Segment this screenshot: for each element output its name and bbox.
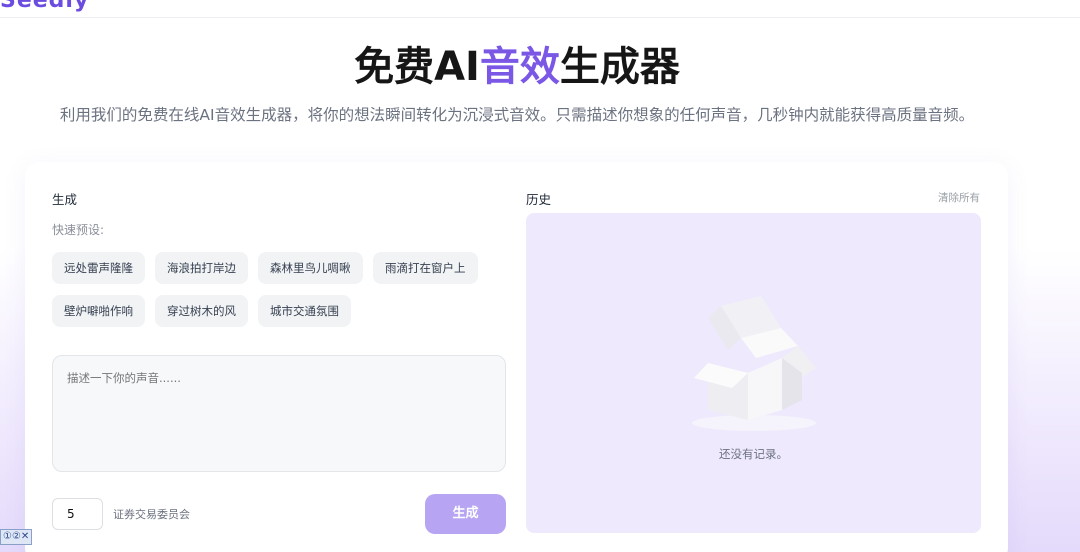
preset-chip[interactable]: 城市交通氛围 [258, 295, 351, 327]
logo[interactable]: Seedly [0, 0, 89, 13]
empty-box-icon [692, 296, 816, 431]
preset-chip[interactable]: 海浪拍打岸边 [155, 252, 248, 284]
history-panel: 还没有记录。 [526, 213, 981, 533]
history-section-label: 历史 [526, 192, 552, 207]
count-input[interactable]: 5 [52, 498, 103, 530]
sound-prompt-input[interactable] [52, 355, 506, 472]
page-title: 免费AI音效生成器 [0, 34, 1034, 92]
page-subtitle: 利用我们的免费在线AI音效生成器，将你的想法瞬间转化为沉浸式音效。只需描述你想象… [59, 106, 975, 124]
preset-chip[interactable]: 穿过树木的风 [155, 295, 248, 327]
generator-card: 生成 快速预设: 远处雷声隆隆 海浪拍打岸边 森林里鸟儿啁啾 雨滴打在窗户上 壁… [25, 162, 1008, 552]
title-part-1: 免费AI [354, 44, 480, 90]
generate-button[interactable]: 生成 [425, 494, 506, 534]
preset-chip[interactable]: 壁炉噼啪作响 [52, 295, 145, 327]
presets-label: 快速预设: [52, 223, 105, 237]
count-label: 证券交易委员会 [113, 508, 190, 521]
title-part-2: 生成器 [559, 44, 680, 90]
top-nav-bar: Seedly [0, 0, 1080, 18]
bottom-status-tag[interactable]: ①②✕ [0, 529, 33, 545]
title-accent: 音效 [479, 44, 560, 90]
preset-chip[interactable]: 森林里鸟儿啁啾 [258, 252, 363, 284]
empty-state-text: 还没有记录。 [719, 447, 788, 461]
preset-chip[interactable]: 远处雷声隆隆 [52, 252, 145, 284]
clear-all-button[interactable]: 清除所有 [938, 190, 980, 205]
generate-section-label: 生成 [52, 192, 78, 207]
preset-chip[interactable]: 雨滴打在窗户上 [373, 252, 478, 284]
